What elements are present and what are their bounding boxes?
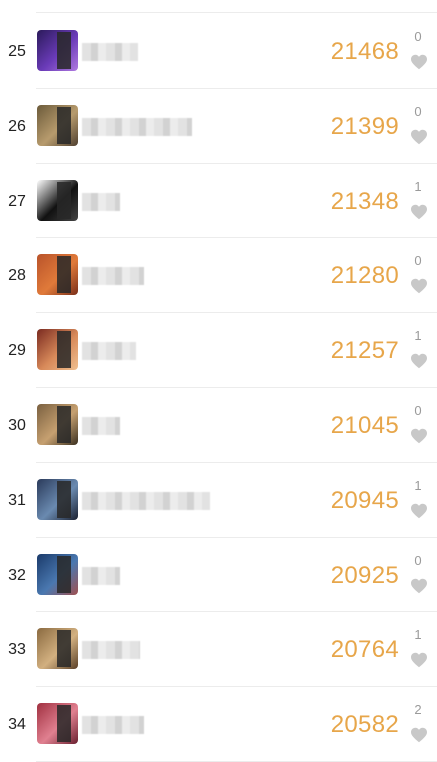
- like-count: 0: [414, 253, 422, 269]
- leaderboard-row[interactable]: 29 21257 1: [0, 313, 437, 388]
- leaderboard-row[interactable]: 25 21468 0: [0, 14, 437, 89]
- rank-number: 32: [8, 566, 26, 584]
- avatar[interactable]: [37, 628, 78, 670]
- heart-icon[interactable]: [410, 727, 428, 743]
- rank-number: 28: [8, 267, 26, 285]
- leaderboard-row[interactable]: 34 20582 2: [0, 687, 437, 762]
- avatar[interactable]: [37, 478, 78, 520]
- rank-number: 33: [8, 641, 26, 659]
- avatar-redaction: [57, 630, 71, 668]
- like-count: 1: [414, 178, 422, 194]
- like-count: 0: [414, 29, 422, 44]
- score-value: 20764: [330, 636, 399, 664]
- heart-icon[interactable]: [410, 353, 428, 369]
- rank-number: 34: [8, 716, 26, 734]
- username-redacted: [82, 417, 120, 435]
- leaderboard-row[interactable]: 32 20925 0: [0, 538, 437, 613]
- leaderboard-row[interactable]: 26 21399 0: [0, 89, 437, 164]
- score-value: 21399: [330, 112, 399, 140]
- heart-icon[interactable]: [410, 578, 428, 594]
- username-redacted: [82, 43, 138, 61]
- heart-icon[interactable]: [410, 278, 428, 294]
- score-value: 21257: [330, 337, 399, 365]
- avatar-redaction: [57, 406, 71, 443]
- avatar[interactable]: [37, 553, 78, 595]
- leaderboard-row[interactable]: 31 20945 1: [0, 463, 437, 538]
- rank-number: 29: [8, 342, 26, 360]
- score-value: 20925: [330, 561, 399, 589]
- like-count: 1: [414, 328, 422, 344]
- like-count: 1: [414, 477, 422, 493]
- username-redacted: [82, 117, 192, 136]
- avatar-redaction: [57, 331, 71, 369]
- score-value: 21348: [330, 187, 399, 215]
- username-redacted: [82, 566, 120, 585]
- avatar[interactable]: [37, 254, 78, 296]
- avatar[interactable]: [37, 179, 78, 221]
- like-count: 0: [414, 103, 422, 119]
- leaderboard-row[interactable]: 30 21045 0: [0, 388, 437, 463]
- avatar[interactable]: [37, 329, 78, 371]
- avatar[interactable]: [37, 30, 78, 71]
- username-redacted: [82, 267, 144, 286]
- avatar-redaction: [57, 705, 71, 743]
- username-redacted: [82, 716, 144, 735]
- score-value: 20945: [330, 486, 399, 514]
- heart-icon[interactable]: [410, 503, 428, 519]
- like-count: 0: [414, 403, 422, 418]
- avatar-redaction: [57, 106, 71, 144]
- rank-number: 30: [8, 417, 26, 434]
- score-value: 21280: [330, 262, 399, 290]
- heart-icon[interactable]: [410, 428, 428, 444]
- avatar-redaction: [57, 555, 71, 593]
- heart-icon[interactable]: [410, 204, 428, 220]
- avatar-redaction: [57, 181, 71, 219]
- avatar-redaction: [57, 480, 71, 518]
- username-redacted: [82, 192, 120, 211]
- score-value: 20582: [330, 711, 399, 739]
- heart-icon[interactable]: [410, 129, 428, 145]
- username-redacted: [82, 641, 140, 660]
- leaderboard-row[interactable]: 27 21348 1: [0, 164, 437, 239]
- avatar[interactable]: [37, 404, 78, 445]
- divider: [36, 12, 437, 13]
- leaderboard-row[interactable]: 33 20764 1: [0, 612, 437, 687]
- avatar[interactable]: [37, 703, 78, 745]
- rank-number: 25: [8, 43, 26, 60]
- rank-number: 27: [8, 192, 26, 210]
- like-count: 2: [414, 702, 422, 718]
- heart-icon[interactable]: [410, 54, 428, 70]
- username-redacted: [82, 491, 210, 510]
- like-count: 1: [414, 627, 422, 643]
- avatar[interactable]: [37, 104, 78, 146]
- avatar-redaction: [57, 256, 71, 294]
- avatar-redaction: [57, 32, 71, 69]
- like-count: 0: [414, 552, 422, 568]
- heart-icon[interactable]: [410, 652, 428, 668]
- rank-number: 26: [8, 117, 26, 135]
- score-value: 21045: [330, 412, 399, 439]
- leaderboard-row[interactable]: 28 21280 0: [0, 238, 437, 313]
- username-redacted: [82, 342, 136, 361]
- rank-number: 31: [8, 491, 26, 509]
- score-value: 21468: [330, 38, 399, 65]
